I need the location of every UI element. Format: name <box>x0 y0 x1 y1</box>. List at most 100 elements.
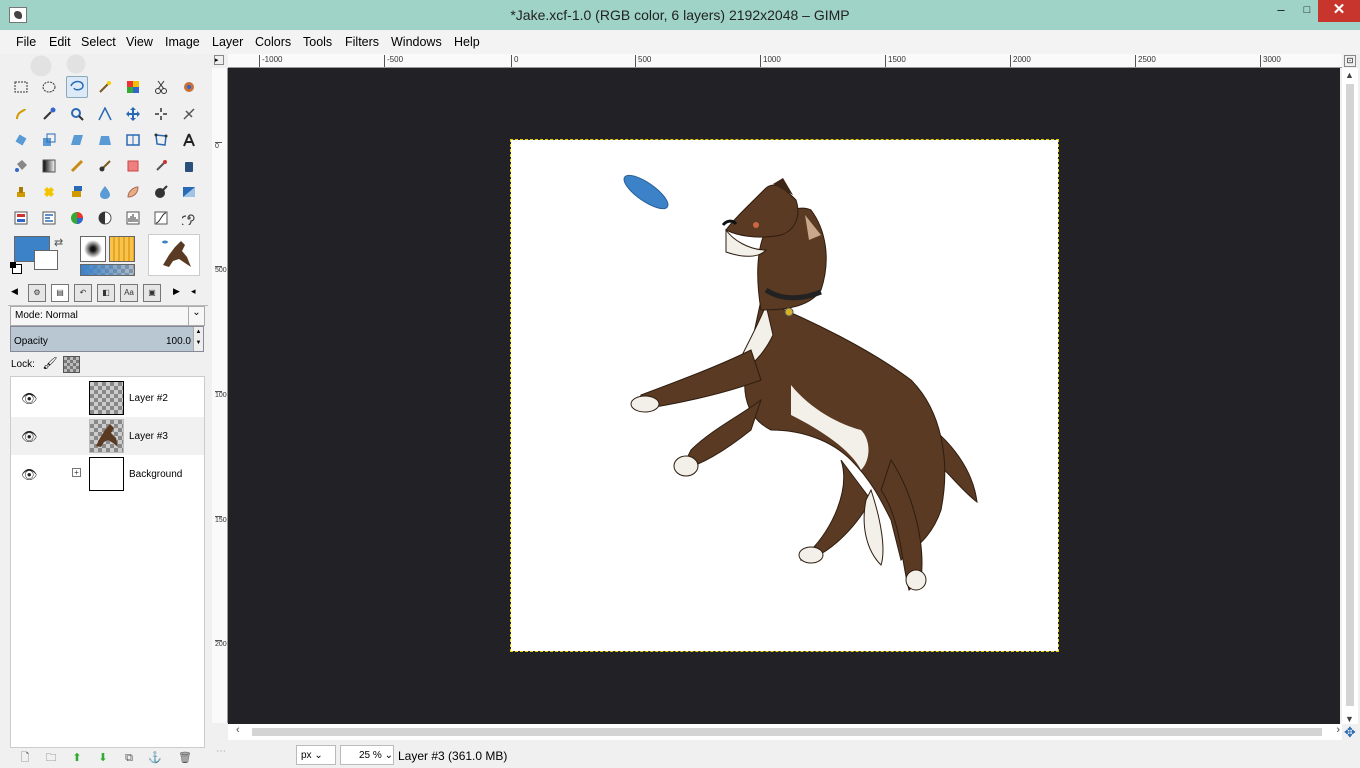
vertical-scroll-thumb[interactable] <box>1346 84 1354 706</box>
zoom-fit-icon[interactable]: ⊡ <box>1344 55 1356 67</box>
lock-alpha-icon[interactable] <box>63 356 80 373</box>
opacity-spinner[interactable]: ▲ ▼ <box>193 327 203 351</box>
menu-layer[interactable]: Layer <box>212 35 243 49</box>
layer-row[interactable]: 👁 Layer #3 <box>11 417 204 455</box>
threshold-icon[interactable] <box>38 207 60 229</box>
expand-icon[interactable]: + <box>72 468 81 477</box>
layer-name[interactable]: Background <box>129 469 182 480</box>
menu-tools[interactable]: Tools <box>303 35 332 49</box>
new-layer-group-icon[interactable]: 🗀 <box>44 752 58 764</box>
eye-icon[interactable]: 👁 <box>21 467 38 483</box>
blur-sharpen-icon[interactable] <box>94 181 116 203</box>
anchor-layer-icon[interactable]: ⚓ <box>148 752 162 764</box>
levels-icon[interactable] <box>122 207 144 229</box>
measure-icon[interactable] <box>94 103 116 125</box>
smudge-icon[interactable] <box>122 181 144 203</box>
navigate-icon[interactable]: ✥ <box>1344 724 1356 741</box>
select-by-color-icon[interactable] <box>122 76 144 98</box>
horizontal-ruler[interactable]: -1000 -500 0 500 1000 1500 2000 2500 300… <box>228 54 1342 68</box>
paths-icon[interactable] <box>10 103 32 125</box>
fuzzy-select-icon[interactable] <box>94 76 116 98</box>
tab-scroll-left-icon[interactable]: ◀ <box>11 286 18 297</box>
perspective-clone-icon[interactable] <box>66 181 88 203</box>
layer-mode-select[interactable]: Mode: Normal ⌄ <box>10 306 205 326</box>
free-select-icon[interactable] <box>66 76 88 98</box>
duplicate-layer-icon[interactable]: ⧉ <box>122 752 136 764</box>
tab-undo-history[interactable]: ↶ <box>74 284 92 302</box>
shear-icon[interactable] <box>66 129 88 151</box>
pattern-preview[interactable] <box>109 236 135 262</box>
menu-view[interactable]: View <box>126 35 153 49</box>
menu-windows[interactable]: Windows <box>391 35 442 49</box>
default-colors-icon[interactable] <box>10 262 22 274</box>
scroll-up-icon[interactable]: ▲ <box>1345 70 1354 80</box>
eye-icon[interactable]: 👁 <box>21 391 38 407</box>
menu-filters[interactable]: Filters <box>345 35 379 49</box>
color-balance-icon[interactable] <box>178 181 200 203</box>
background-color-swatch[interactable] <box>34 250 58 270</box>
hue-saturation-icon[interactable] <box>10 207 32 229</box>
scroll-left-icon[interactable]: ‹ <box>236 724 240 736</box>
cage-transform-icon[interactable] <box>150 129 172 151</box>
tab-fonts[interactable]: Aa <box>120 284 138 302</box>
ink-icon[interactable] <box>178 155 200 177</box>
tab-menu-icon[interactable]: ◂ <box>191 286 196 297</box>
tab-channels[interactable]: ◧ <box>97 284 115 302</box>
lower-layer-icon[interactable]: ⬇ <box>96 752 110 764</box>
active-image-preview[interactable] <box>148 234 200 276</box>
menu-image[interactable]: Image <box>165 35 200 49</box>
delete-layer-icon[interactable]: 🗑 <box>178 752 192 764</box>
raise-layer-icon[interactable]: ⬆ <box>70 752 84 764</box>
flip-icon[interactable] <box>122 129 144 151</box>
horizontal-scroll-thumb[interactable] <box>252 728 1322 736</box>
rect-select-icon[interactable] <box>10 76 32 98</box>
perspective-icon[interactable] <box>94 129 116 151</box>
airbrush-icon[interactable] <box>150 155 172 177</box>
tab-images[interactable]: ▣ <box>143 284 161 302</box>
scroll-right-icon[interactable]: › <box>1336 724 1340 736</box>
dodge-burn-icon[interactable] <box>150 181 172 203</box>
menu-edit[interactable]: Edit <box>49 35 71 49</box>
blend-icon[interactable] <box>38 155 60 177</box>
menu-file[interactable]: File <box>16 35 36 49</box>
pencil-icon[interactable] <box>66 155 88 177</box>
eye-icon[interactable]: 👁 <box>21 429 38 445</box>
color-picker-icon[interactable] <box>38 103 60 125</box>
curves-icon[interactable] <box>150 207 172 229</box>
opacity-slider[interactable]: Opacity 100.0 ▲ ▼ <box>10 326 204 352</box>
scroll-down-icon[interactable]: ▼ <box>1345 714 1354 724</box>
paintbrush-icon[interactable] <box>94 155 116 177</box>
color-wheel-icon[interactable] <box>66 207 88 229</box>
horizontal-scrollbar[interactable]: ‹ › <box>228 724 1342 740</box>
foreground-select-icon[interactable] <box>178 76 200 98</box>
layer-name[interactable]: Layer #2 <box>129 393 168 404</box>
layer-name[interactable]: Layer #3 <box>129 431 168 442</box>
image-canvas[interactable] <box>510 139 1059 652</box>
clone-icon[interactable] <box>10 181 32 203</box>
spiral-filter-icon[interactable] <box>178 207 200 229</box>
menu-colors[interactable]: Colors <box>255 35 291 49</box>
lock-pixels-icon[interactable]: 🖌 <box>42 356 58 372</box>
eraser-icon[interactable] <box>122 155 144 177</box>
brightness-contrast-icon[interactable] <box>94 207 116 229</box>
scissors-select-icon[interactable] <box>150 76 172 98</box>
menu-help[interactable]: Help <box>454 35 480 49</box>
swap-colors-icon[interactable]: ⇄ <box>54 236 63 249</box>
scale-icon[interactable] <box>38 129 60 151</box>
canvas-viewport[interactable] <box>228 68 1340 724</box>
menu-arrow-icon[interactable]: ▸ <box>214 55 224 65</box>
vertical-scrollbar[interactable]: ▲ ▼ <box>1342 68 1358 724</box>
close-button[interactable]: ✕ <box>1318 0 1360 22</box>
unit-select[interactable]: px ⌄ <box>296 745 336 765</box>
zoom-select[interactable]: 25 % ⌄ <box>340 745 394 765</box>
tab-layers[interactable]: ▤ <box>51 284 69 302</box>
heal-icon[interactable] <box>38 181 60 203</box>
align-icon[interactable] <box>150 103 172 125</box>
text-icon[interactable] <box>178 129 200 151</box>
bucket-fill-icon[interactable] <box>10 155 32 177</box>
layer-row[interactable]: 👁 + Background <box>11 455 204 493</box>
gradient-preview[interactable] <box>80 264 135 276</box>
new-layer-icon[interactable]: 🗋 <box>18 752 32 764</box>
brush-preview[interactable] <box>80 236 106 262</box>
crop-icon[interactable] <box>178 103 200 125</box>
